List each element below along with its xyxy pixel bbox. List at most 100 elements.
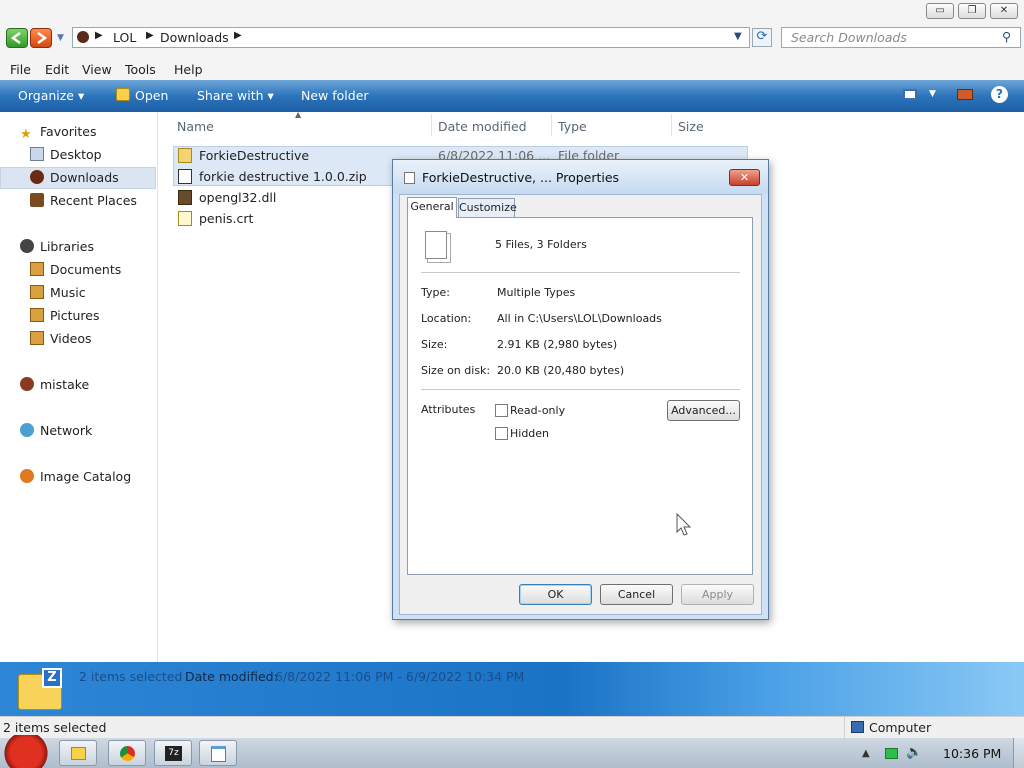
breadcrumb-downloads[interactable]: Downloads	[160, 30, 229, 45]
breadcrumb-lol[interactable]: LOL	[113, 30, 136, 45]
file-row[interactable]: opengl32.dll	[178, 188, 276, 207]
network-tray-icon[interactable]	[885, 748, 898, 759]
nav-downloads[interactable]: Downloads	[30, 168, 119, 188]
column-name[interactable]: Name	[177, 119, 214, 134]
minimize-button[interactable]: ▭	[926, 3, 954, 19]
hidden-label[interactable]: Hidden	[510, 427, 549, 440]
address-bar[interactable]: ▶ LOL ▶ Downloads ▶ ▼	[72, 27, 750, 48]
help-icon[interactable]: ?	[991, 86, 1008, 103]
star-icon: ★	[20, 127, 32, 142]
organize-button[interactable]: Organize ▾	[18, 88, 84, 103]
nav-libraries-label: Libraries	[40, 239, 94, 254]
maximize-button[interactable]: ❐	[958, 3, 986, 19]
nav-mistake-label: mistake	[40, 377, 90, 392]
menu-view[interactable]: View	[82, 62, 112, 77]
menu-tools[interactable]: Tools	[125, 62, 156, 77]
column-date-modified[interactable]: Date modified	[438, 119, 527, 134]
desktop-icon	[30, 147, 44, 161]
address-dropdown-icon[interactable]: ▼	[734, 31, 742, 42]
status-bar: 2 items selected Computer	[0, 716, 1024, 738]
nav-favorites[interactable]: ★ Favorites	[20, 122, 96, 142]
taskbar-7zip[interactable]: 7z	[154, 740, 192, 766]
dialog-title-icon	[404, 172, 415, 184]
image-catalog-icon	[20, 469, 34, 483]
nav-recent-places[interactable]: Recent Places	[30, 191, 137, 211]
tab-general[interactable]: General	[407, 197, 457, 218]
views-dropdown-icon[interactable]: ▼	[929, 89, 936, 99]
nav-videos[interactable]: Videos	[30, 329, 92, 349]
breadcrumb-separator-icon: ▶	[146, 30, 154, 41]
type-label: Type:	[421, 286, 450, 299]
volume-icon[interactable]: 🔈	[906, 745, 922, 760]
folder-icon	[178, 148, 192, 163]
taskbar-explorer[interactable]	[59, 740, 97, 766]
file-row[interactable]: penis.crt	[178, 209, 253, 228]
nav-libraries[interactable]: Libraries	[20, 237, 94, 257]
documents-icon	[30, 262, 44, 276]
details-date-value: 6/8/2022 11:06 PM - 6/9/2022 10:34 PM	[275, 669, 525, 684]
read-only-label[interactable]: Read-only	[510, 404, 565, 417]
nav-documents[interactable]: Documents	[30, 260, 121, 280]
read-only-checkbox[interactable]	[495, 404, 508, 417]
computer-icon	[851, 721, 864, 733]
downloads-icon	[30, 170, 44, 184]
back-arrow-icon	[10, 31, 21, 45]
breadcrumb-separator-icon: ▶	[234, 30, 242, 41]
dialog-close-button[interactable]: ✕	[729, 169, 760, 186]
search-placeholder: Search Downloads	[791, 30, 907, 45]
size-value: 2.91 KB (2,980 bytes)	[497, 338, 618, 351]
nav-image-catalog[interactable]: Image Catalog	[20, 467, 131, 487]
open-button[interactable]: Open	[135, 88, 168, 103]
nav-pictures-label: Pictures	[50, 308, 100, 323]
menu-file[interactable]: File	[10, 62, 31, 77]
size-label: Size:	[421, 338, 448, 351]
status-divider	[844, 717, 845, 738]
column-size[interactable]: Size	[678, 119, 704, 134]
nav-mistake[interactable]: mistake	[20, 375, 89, 395]
menu-help[interactable]: Help	[174, 62, 203, 77]
new-folder-button[interactable]: New folder	[301, 88, 369, 103]
homegroup-icon	[20, 377, 34, 391]
taskbar-chrome[interactable]	[108, 740, 146, 766]
share-with-button[interactable]: Share with ▾	[197, 88, 274, 103]
close-button[interactable]: ✕	[990, 3, 1018, 19]
recent-pages-dropdown-icon[interactable]: ▼	[57, 33, 64, 43]
show-desktop-button[interactable]	[1013, 738, 1024, 768]
dialog-title: ForkieDestructive, ... Properties	[422, 170, 620, 185]
music-icon	[30, 285, 44, 299]
views-icon[interactable]	[903, 89, 917, 100]
back-button[interactable]	[6, 28, 28, 48]
details-selected-count: 2 items selected	[79, 669, 183, 684]
tab-customize[interactable]: Customize	[458, 198, 517, 218]
ok-button[interactable]: OK	[519, 584, 592, 605]
search-icon[interactable]: ⚲	[1002, 29, 1011, 44]
nav-videos-label: Videos	[50, 331, 92, 346]
apply-button[interactable]: Apply	[681, 584, 754, 605]
start-button[interactable]	[4, 735, 48, 768]
details-date-label: Date modified:	[185, 669, 278, 684]
nav-catalog-label: Image Catalog	[40, 469, 132, 484]
nav-network[interactable]: Network	[20, 421, 92, 441]
certificate-icon	[178, 211, 192, 226]
chrome-icon	[120, 746, 135, 761]
file-row[interactable]: forkie destructive 1.0.0.zip	[178, 167, 367, 186]
preview-pane-icon[interactable]	[957, 89, 973, 100]
mouse-cursor-icon	[676, 513, 692, 536]
network-icon	[20, 423, 34, 437]
forward-button[interactable]	[30, 28, 52, 48]
separator	[421, 272, 740, 273]
file-name: opengl32.dll	[199, 190, 277, 205]
column-type[interactable]: Type	[558, 119, 587, 134]
cancel-button[interactable]: Cancel	[600, 584, 673, 605]
nav-pictures[interactable]: Pictures	[30, 306, 100, 326]
hidden-checkbox[interactable]	[495, 427, 508, 440]
clock[interactable]: 10:36 PM	[943, 746, 1001, 761]
search-input[interactable]: Search Downloads ⚲	[781, 27, 1021, 48]
menu-edit[interactable]: Edit	[45, 62, 69, 77]
taskbar-notepad[interactable]	[199, 740, 237, 766]
show-hidden-icons[interactable]: ▲	[862, 748, 870, 759]
refresh-icon[interactable]: ⟳	[752, 28, 772, 47]
advanced-button[interactable]: Advanced...	[667, 400, 740, 421]
nav-music[interactable]: Music	[30, 283, 86, 303]
nav-desktop[interactable]: Desktop	[30, 145, 102, 165]
